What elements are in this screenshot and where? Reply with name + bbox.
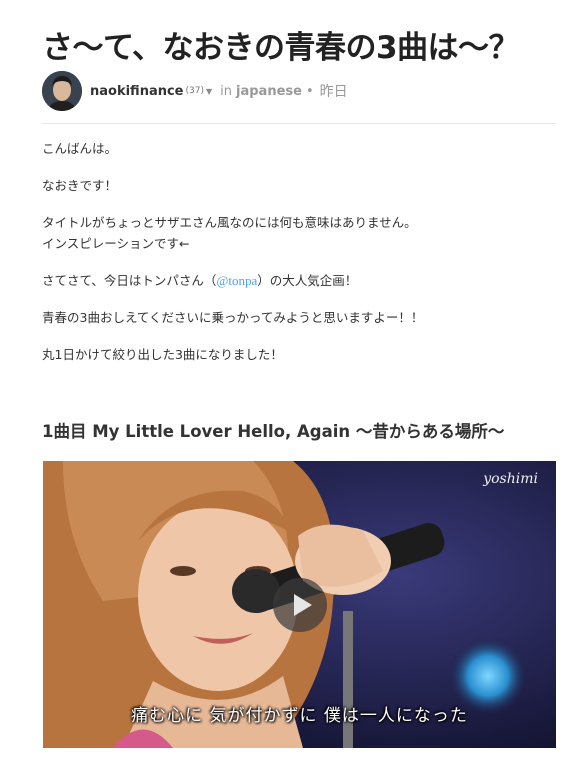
play-icon[interactable] [273, 578, 327, 632]
avatar-image [42, 71, 82, 111]
author-name[interactable]: naokifinance [90, 84, 184, 99]
in-label: in [220, 83, 233, 99]
post-date[interactable]: 昨日 [320, 81, 348, 101]
chevron-down-icon[interactable]: ▼ [206, 87, 212, 96]
header-divider [42, 123, 556, 124]
paragraph-theme: 青春の3曲おしえてくださいに乗っかってみようと思いますよー！！ [42, 310, 424, 325]
paragraph-result: 丸1日かけて絞り出した3曲になりました！ [42, 347, 283, 362]
steemit-post-page: さ〜て、なおきの青春の3曲は〜？ naokifinance (37) ▼ in … [0, 0, 585, 766]
post-meta: naokifinance (37) ▼ in japanese • 昨日 [42, 70, 348, 112]
paragraph-greeting: こんばんは。 [42, 141, 118, 156]
song-heading: 1曲目 My Little Lover Hello, Again 〜昔からある場… [42, 422, 505, 441]
event-text-after: ）の大人気企画！ [257, 273, 358, 288]
post-title: さ〜て、なおきの青春の3曲は〜？ [42, 30, 520, 66]
title-note-line1: タイトルがちょっとサザエさん風なのには何も意味はありません。 [42, 215, 417, 230]
category-link[interactable]: japanese [236, 84, 302, 99]
video-subtitle: 痛む心に 気が付かずに 僕は一人になった [131, 706, 468, 726]
event-text-before: さてさて、今日はトンパさん（ [42, 273, 217, 288]
author-avatar[interactable] [42, 71, 82, 111]
paragraph-title-note: タイトルがちょっとサザエさん風なのには何も意味はありません。 インスピレーション… [42, 212, 556, 254]
mention-link[interactable]: @tonpa [216, 273, 257, 288]
meta-separator: • [305, 83, 314, 99]
paragraph-event: さてさて、今日はトンパさん（@tonpa）の大人気企画！ [42, 270, 556, 291]
post-body: こんばんは。 なおきです！ タイトルがちょっとサザエさん風なのには何も意味はあり… [42, 138, 556, 381]
title-note-line2: インスピレーションです← [42, 236, 190, 251]
video-watermark: yoshimi [483, 471, 538, 487]
paragraph-intro: なおきです！ [42, 178, 118, 193]
author-reputation: (37) [185, 86, 204, 96]
